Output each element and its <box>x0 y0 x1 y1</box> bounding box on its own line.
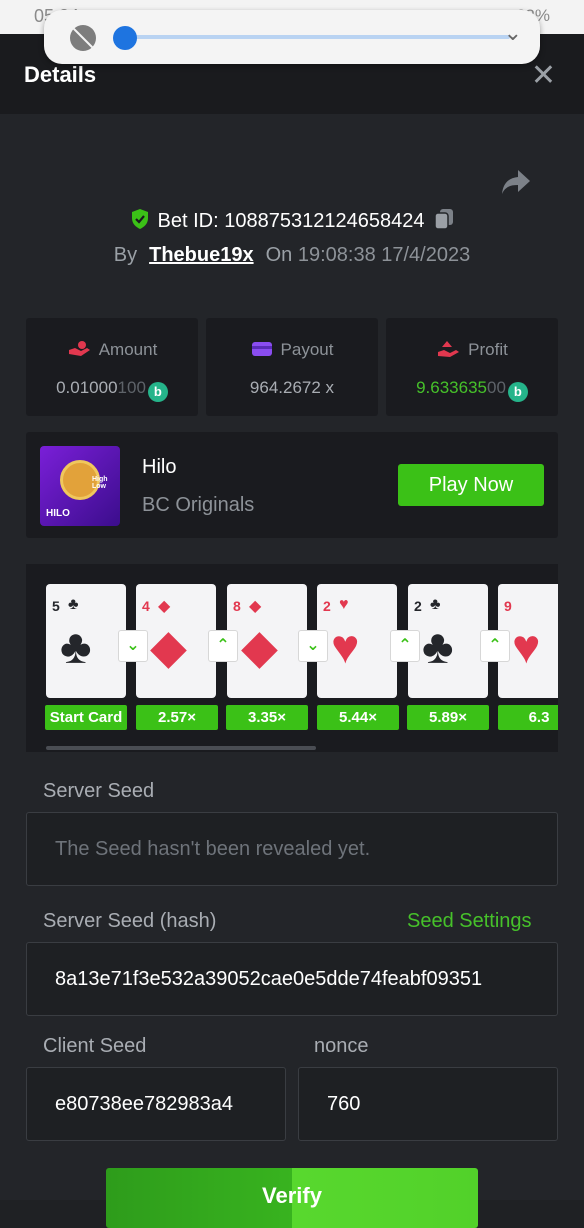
amount-value: 0.01000 <box>56 378 118 397</box>
thumb-title: HILO <box>46 508 70 519</box>
game-thumbnail[interactable]: High Low HILO <box>40 446 120 526</box>
diamond-icon: ◆ <box>158 598 171 615</box>
page-title: Details <box>24 62 97 87</box>
diamond-icon: ◆ <box>241 621 278 674</box>
hand-coins-icon <box>68 341 90 356</box>
game-provider: BC Originals <box>142 494 255 516</box>
verify-button[interactable]: Verify <box>106 1168 478 1228</box>
thumb-low-text: Low <box>92 483 106 490</box>
client-seed-field[interactable]: e80738ee782983a4 <box>26 1067 286 1141</box>
coin-icon: b <box>507 382 528 402</box>
card: 5 ♣ ♣ <box>46 584 126 698</box>
heart-icon: ♥ <box>331 621 360 674</box>
volume-slider-knob[interactable] <box>113 26 137 50</box>
play-now-button[interactable]: Play Now <box>398 464 544 506</box>
card-rank: 2 <box>323 598 331 614</box>
diamond-icon: ◆ <box>150 621 187 674</box>
lower-arrow-icon: ⌄ <box>298 630 328 662</box>
thumb-high-text: High <box>92 476 108 483</box>
coin-icon: b <box>147 382 168 402</box>
server-seed-hash-label: Server Seed (hash) <box>43 910 217 932</box>
card: 2 ♥ ♥ <box>317 584 397 698</box>
close-icon[interactable]: ✕ <box>531 58 556 93</box>
club-icon: ♣ <box>60 621 92 674</box>
volume-slider-track[interactable] <box>124 35 510 39</box>
card-history-strip[interactable]: 5 ♣ ♣ 4 ◆ ◆ 8 ◆ ◆ 2 ♥ ♥ 2 ♣ ♣ 9 ♥ ⌄ ⌃ ⌄ … <box>26 564 558 752</box>
game-card: High Low HILO Hilo BC Originals Play Now <box>26 432 558 538</box>
bet-datetime: 19:08:38 17/4/2023 <box>297 244 471 266</box>
profit-value-trailing: 00 <box>486 378 506 397</box>
on-label: On <box>265 244 293 266</box>
start-card-badge: Start Card <box>45 705 127 730</box>
volume-overlay[interactable]: ⌄ <box>44 10 540 64</box>
card: 2 ♣ ♣ <box>408 584 488 698</box>
club-icon: ♣ <box>422 621 454 674</box>
multiplier-badge: 3.35× <box>226 705 308 730</box>
amount-label: Amount <box>98 340 158 359</box>
wallet-icon <box>251 342 272 356</box>
card: 4 ◆ ◆ <box>136 584 216 698</box>
multiplier-badge: 5.44× <box>317 705 399 730</box>
profit-hand-icon <box>438 341 460 357</box>
chevron-down-icon[interactable]: ⌄ <box>504 20 522 46</box>
card-rank: 9 <box>504 598 512 614</box>
heart-icon: ♥ <box>339 596 349 613</box>
higher-arrow-icon: ⌃ <box>208 630 238 662</box>
payout-label: Payout <box>280 340 334 359</box>
amount-value-trailing: 100 <box>117 378 146 397</box>
club-icon: ♣ <box>430 596 441 613</box>
card: 8 ◆ ◆ <box>227 584 307 698</box>
diamond-icon: ◆ <box>249 598 262 615</box>
club-icon: ♣ <box>68 596 79 613</box>
seed-settings-link[interactable]: Seed Settings <box>407 910 532 933</box>
multiplier-badge: 6.3 <box>498 705 558 730</box>
payout-value: 964.2672 x <box>249 378 335 397</box>
server-seed-field: The Seed hasn't been revealed yet. <box>26 812 558 886</box>
horizontal-scrollbar[interactable] <box>46 746 316 750</box>
verified-shield-icon <box>131 209 148 229</box>
server-seed-label: Server Seed <box>43 780 155 802</box>
bet-id-text: Bet ID: 108875312124658424 <box>157 210 425 232</box>
multiplier-badge: 5.89× <box>407 705 489 730</box>
higher-arrow-icon: ⌃ <box>480 630 510 662</box>
game-name: Hilo <box>142 456 177 478</box>
payout-card: Payout 964.2672 x <box>206 318 378 416</box>
bet-id-row: Bet ID: 108875312124658424 <box>0 208 584 233</box>
bet-byline: By Thebue19x On 19:08:38 17/4/2023 <box>0 244 584 267</box>
username-link[interactable]: Thebue19x <box>149 244 253 266</box>
client-seed-label: Client Seed <box>43 1035 147 1057</box>
lower-arrow-icon: ⌄ <box>118 630 148 662</box>
card-rank: 8 <box>233 598 241 614</box>
share-icon[interactable] <box>500 168 532 196</box>
mute-icon[interactable] <box>70 25 96 51</box>
copy-icon[interactable] <box>434 208 454 230</box>
server-seed-hash-field[interactable]: 8a13e71f3e532a39052cae0e5dde74feabf09351 <box>26 942 558 1016</box>
by-label: By <box>113 244 138 266</box>
card-rank: 5 <box>52 598 60 614</box>
card-rank: 2 <box>414 598 422 614</box>
nonce-field[interactable]: 760 <box>298 1067 558 1141</box>
higher-arrow-icon: ⌃ <box>390 630 420 662</box>
profit-label: Profit <box>468 340 508 359</box>
nonce-label: nonce <box>314 1035 369 1057</box>
heart-icon: ♥ <box>512 621 541 674</box>
profit-value: 9.633635 <box>416 378 487 397</box>
amount-card: Amount 0.01000100 b <box>26 318 198 416</box>
multiplier-badge: 2.57× <box>136 705 218 730</box>
card-rank: 4 <box>142 598 150 614</box>
profit-card: Profit 9.63363500 b <box>386 318 558 416</box>
